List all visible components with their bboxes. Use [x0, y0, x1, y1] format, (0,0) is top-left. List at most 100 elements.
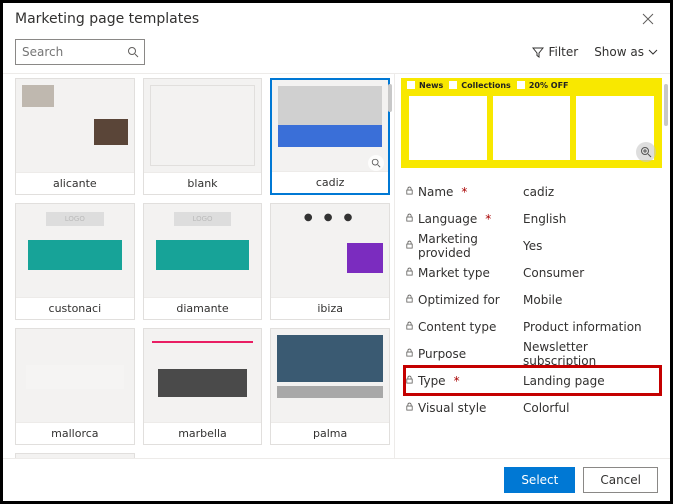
preview-tab: News: [419, 81, 443, 90]
template-thumbnail: [16, 79, 134, 172]
lock-icon: [405, 186, 414, 198]
details-scrollbar-thumb[interactable]: [664, 84, 668, 126]
zoom-icon: [640, 146, 652, 158]
template-label: custonaci: [16, 297, 134, 319]
template-card[interactable]: cadiz: [270, 78, 390, 195]
property-label: Marketing provided: [405, 232, 523, 260]
property-label: Visual style: [405, 401, 523, 415]
filter-button[interactable]: Filter: [532, 45, 578, 59]
template-thumbnail: [271, 329, 389, 422]
template-label: diamante: [144, 297, 262, 319]
required-indicator: *: [485, 212, 491, 226]
property-value: Mobile: [523, 293, 660, 307]
template-label: palma: [271, 422, 389, 444]
template-thumbnail: [16, 329, 134, 422]
details-scroll[interactable]: News Collections 20% OFF Name*cadizLangu…: [395, 74, 670, 458]
property-value: Colorful: [523, 401, 660, 415]
template-card[interactable]: custonaci: [15, 203, 135, 320]
gallery-scroll[interactable]: alicante blank cadiz custonaci diamante ibiza…: [15, 74, 390, 458]
dialog-body: alicante blank cadiz custonaci diamante ibiza…: [3, 73, 670, 458]
template-card[interactable]: blank: [143, 78, 263, 195]
property-row: Market typeConsumer: [405, 259, 660, 286]
showas-button[interactable]: Show as: [594, 45, 658, 59]
template-thumbnail: [144, 329, 262, 422]
property-list: Name*cadizLanguage*EnglishMarketing prov…: [395, 174, 670, 425]
search-box[interactable]: [15, 39, 145, 65]
gallery-scrollbar-thumb[interactable]: [388, 84, 392, 112]
gallery-scrollbar[interactable]: [388, 84, 392, 448]
details-pane: News Collections 20% OFF Name*cadizLangu…: [394, 74, 670, 458]
template-card[interactable]: diamante: [143, 203, 263, 320]
template-label: cadiz: [272, 171, 388, 193]
required-indicator: *: [461, 185, 467, 199]
preview-tab: Collections: [461, 81, 511, 90]
template-card[interactable]: marbella: [143, 328, 263, 445]
filter-label: Filter: [548, 45, 578, 59]
property-value: English: [523, 212, 660, 226]
template-label: marbella: [144, 422, 262, 444]
preview-tab: 20% OFF: [529, 81, 569, 90]
preview-tabs: News Collections 20% OFF: [401, 78, 662, 92]
lock-icon: [405, 402, 414, 414]
template-card[interactable]: palma: [270, 328, 390, 445]
template-label: alicante: [16, 172, 134, 194]
property-row: Marketing providedYes: [405, 232, 660, 259]
template-label: ibiza: [271, 297, 389, 319]
details-scrollbar[interactable]: [664, 84, 668, 448]
template-thumbnail: [144, 204, 262, 297]
property-value: Consumer: [523, 266, 660, 280]
lock-icon: [405, 321, 414, 333]
showas-label: Show as: [594, 45, 644, 59]
property-label: Content type: [405, 320, 523, 334]
chevron-down-icon: [648, 47, 658, 57]
property-row: Optimized forMobile: [405, 286, 660, 313]
lock-icon: [405, 267, 414, 279]
property-value: Landing page: [523, 374, 660, 388]
property-row: Content typeProduct information: [405, 313, 660, 340]
toolbar-right: Filter Show as: [532, 45, 658, 59]
close-button[interactable]: [638, 9, 658, 29]
lock-icon: [405, 375, 414, 387]
cancel-button[interactable]: Cancel: [583, 467, 658, 493]
search-icon: [122, 46, 144, 58]
template-card[interactable]: [15, 453, 135, 458]
lock-icon: [405, 348, 414, 360]
property-value: Product information: [523, 320, 660, 334]
property-row: PurposeNewsletter subscription: [405, 340, 660, 367]
property-label: Name*: [405, 185, 523, 199]
toolbar: Filter Show as: [3, 35, 670, 73]
zoom-button[interactable]: [368, 155, 384, 171]
template-thumbnail: [271, 204, 389, 297]
dialog-header: Marketing page templates: [3, 3, 670, 35]
lock-icon: [405, 213, 414, 225]
lock-icon: [405, 294, 414, 306]
property-label: Market type: [405, 266, 523, 280]
template-label: mallorca: [16, 422, 134, 444]
lock-icon: [405, 240, 414, 252]
preview-zoom-button[interactable]: [636, 142, 656, 162]
template-card[interactable]: alicante: [15, 78, 135, 195]
select-button[interactable]: Select: [504, 467, 575, 493]
property-row: Language*English: [405, 205, 660, 232]
property-label: Purpose: [405, 347, 523, 361]
template-thumbnail: [144, 79, 262, 172]
dialog-footer: Select Cancel: [3, 458, 670, 501]
dialog-title: Marketing page templates: [15, 11, 199, 27]
template-label: blank: [144, 172, 262, 194]
template-card[interactable]: mallorca: [15, 328, 135, 445]
template-thumbnail: [16, 204, 134, 297]
property-label: Optimized for: [405, 293, 523, 307]
property-row: Type*Landing page: [405, 367, 660, 394]
search-input[interactable]: [16, 45, 122, 59]
property-value: Newsletter subscription: [523, 340, 660, 368]
close-icon: [642, 13, 654, 25]
property-row: Visual styleColorful: [405, 394, 660, 421]
property-value: cadiz: [523, 185, 660, 199]
template-card[interactable]: ibiza: [270, 203, 390, 320]
filter-icon: [532, 46, 544, 58]
zoom-icon: [371, 158, 381, 168]
property-value: Yes: [523, 239, 660, 253]
required-indicator: *: [454, 374, 460, 388]
template-preview: News Collections 20% OFF: [401, 78, 662, 168]
property-label: Type*: [405, 374, 523, 388]
